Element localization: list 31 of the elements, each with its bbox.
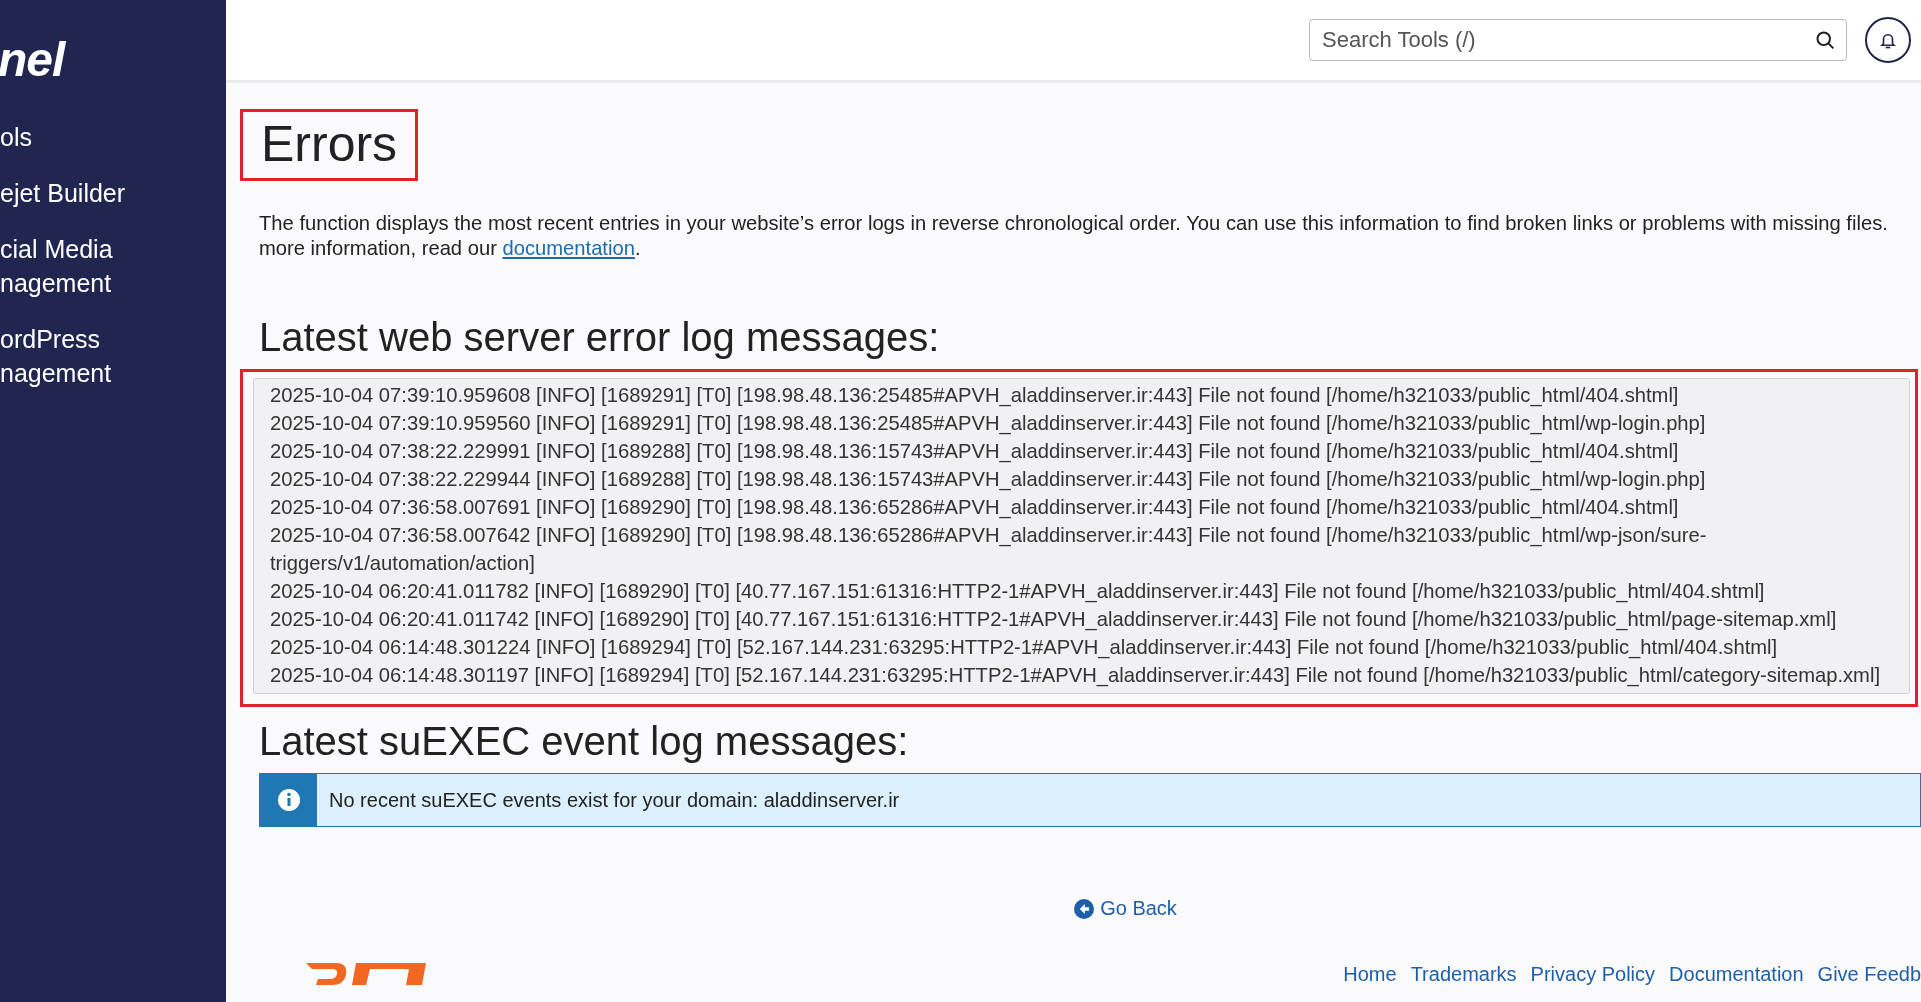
sidebar-item[interactable]: ordPress nagement: [0, 322, 112, 390]
bell-icon: [1879, 31, 1897, 49]
sidebar-item[interactable]: cial Media nagement: [0, 232, 113, 300]
log-line: 2025-10-04 07:38:22.229944 [INFO] [1689288] [T0] [198.98.48.136:15743#APVH_aladdinserver.ir:443] File not found [/home/h321033/public_html/wp-login.php]: [270, 467, 1707, 493]
sidebar-item[interactable]: ejet Builder: [0, 176, 126, 210]
log-line: 2025-10-04 06:20:41.011782 [INFO] [1689290] [T0] [40.77.167.151:61316:HTTP2-1#APVH_aladdinserver.ir:443] File not found [/home/h321033/public_html/404.shtml]: [270, 579, 1766, 605]
log-line: 2025-10-04 07:39:10.959608 [INFO] [1689291] [T0] [198.98.48.136:25485#APVH_aladdinserver.ir:443] File not found [/home/h321033/public_html/404.shtml]: [270, 383, 1680, 409]
description: The function displays the most recent entries in your website’s error logs in reverse chronological order. You can use this information to find broken links or problems with missing files. more information, read our documentation.: [259, 211, 1889, 261]
section-heading: Latest web server error log messages:: [259, 314, 941, 361]
log-line: 2025-10-04 07:36:58.007642 [INFO] [1689290] [T0] [198.98.48.136:65286#APVH_aladdinserver.ir:443] File not found [/home/h321033/public_html/wp-json/sure-triggers/v1/automation/action]: [270, 523, 1708, 576]
log-line: 2025-10-04 07:38:22.229991 [INFO] [1689288] [T0] [198.98.48.136:15743#APVH_aladdinserver.ir:443] File not found [/home/h321033/public_html/404.shtml]: [270, 439, 1680, 465]
footer-link[interactable]: Documentation: [1669, 962, 1804, 986]
sidebar-item[interactable]: ols: [0, 120, 32, 154]
documentation-link[interactable]: documentation: [502, 237, 635, 259]
log-line: 2025-10-04 06:20:41.011742 [INFO] [1689290] [T0] [40.77.167.151:61316:HTTP2-1#APVH_aladdinserver.ir:443] File not found [/home/h321033/public_html/page-sitemap.xml]: [270, 607, 1838, 633]
log-line: 2025-10-04 06:14:48.301197 [INFO] [1689294] [T0] [52.167.144.231:63295:HTTP2-1#APVH_aladdinserver.ir:443] File not found [/home/h321033/public_html/category-sitemap.xml]: [270, 663, 1882, 689]
log-line: 2025-10-04 07:36:58.007691 [INFO] [1689290] [T0] [198.98.48.136:65286#APVH_aladdinserver.ir:443] File not found [/home/h321033/public_html/404.shtml]: [270, 495, 1680, 521]
log-line: 2025-10-04 07:39:10.959560 [INFO] [1689291] [T0] [198.98.48.136:25485#APVH_aladdinserver.ir:443] File not found [/home/h321033/public_html/wp-login.php]: [270, 411, 1707, 437]
footer-link[interactable]: Privacy Policy: [1530, 962, 1656, 986]
footer-link[interactable]: Trademarks: [1410, 962, 1517, 986]
search-icon: [1815, 30, 1835, 50]
section-heading: Latest suEXEC event log messages:: [259, 718, 910, 765]
search-field[interactable]: Search Tools (/): [1309, 19, 1847, 61]
info-icon: [276, 788, 301, 812]
notifications-button[interactable]: [1865, 17, 1911, 63]
alert-message: No recent suEXEC events exist for your domain: aladdinserver.ir: [329, 788, 900, 812]
page-title: Errors: [261, 115, 398, 174]
log-line: 2025-10-04 06:14:48.301224 [INFO] [1689294] [T0] [52.167.144.231:63295:HTTP2-1#APVH_aladdinserver.ir:443] File not found [/home/h321033/public_html/404.shtml]: [270, 635, 1779, 661]
go-back-link[interactable]: Go Back: [1074, 897, 1177, 920]
footer-link[interactable]: Home: [1343, 962, 1397, 986]
footer-link[interactable]: Give Feedb: [1817, 962, 1921, 986]
